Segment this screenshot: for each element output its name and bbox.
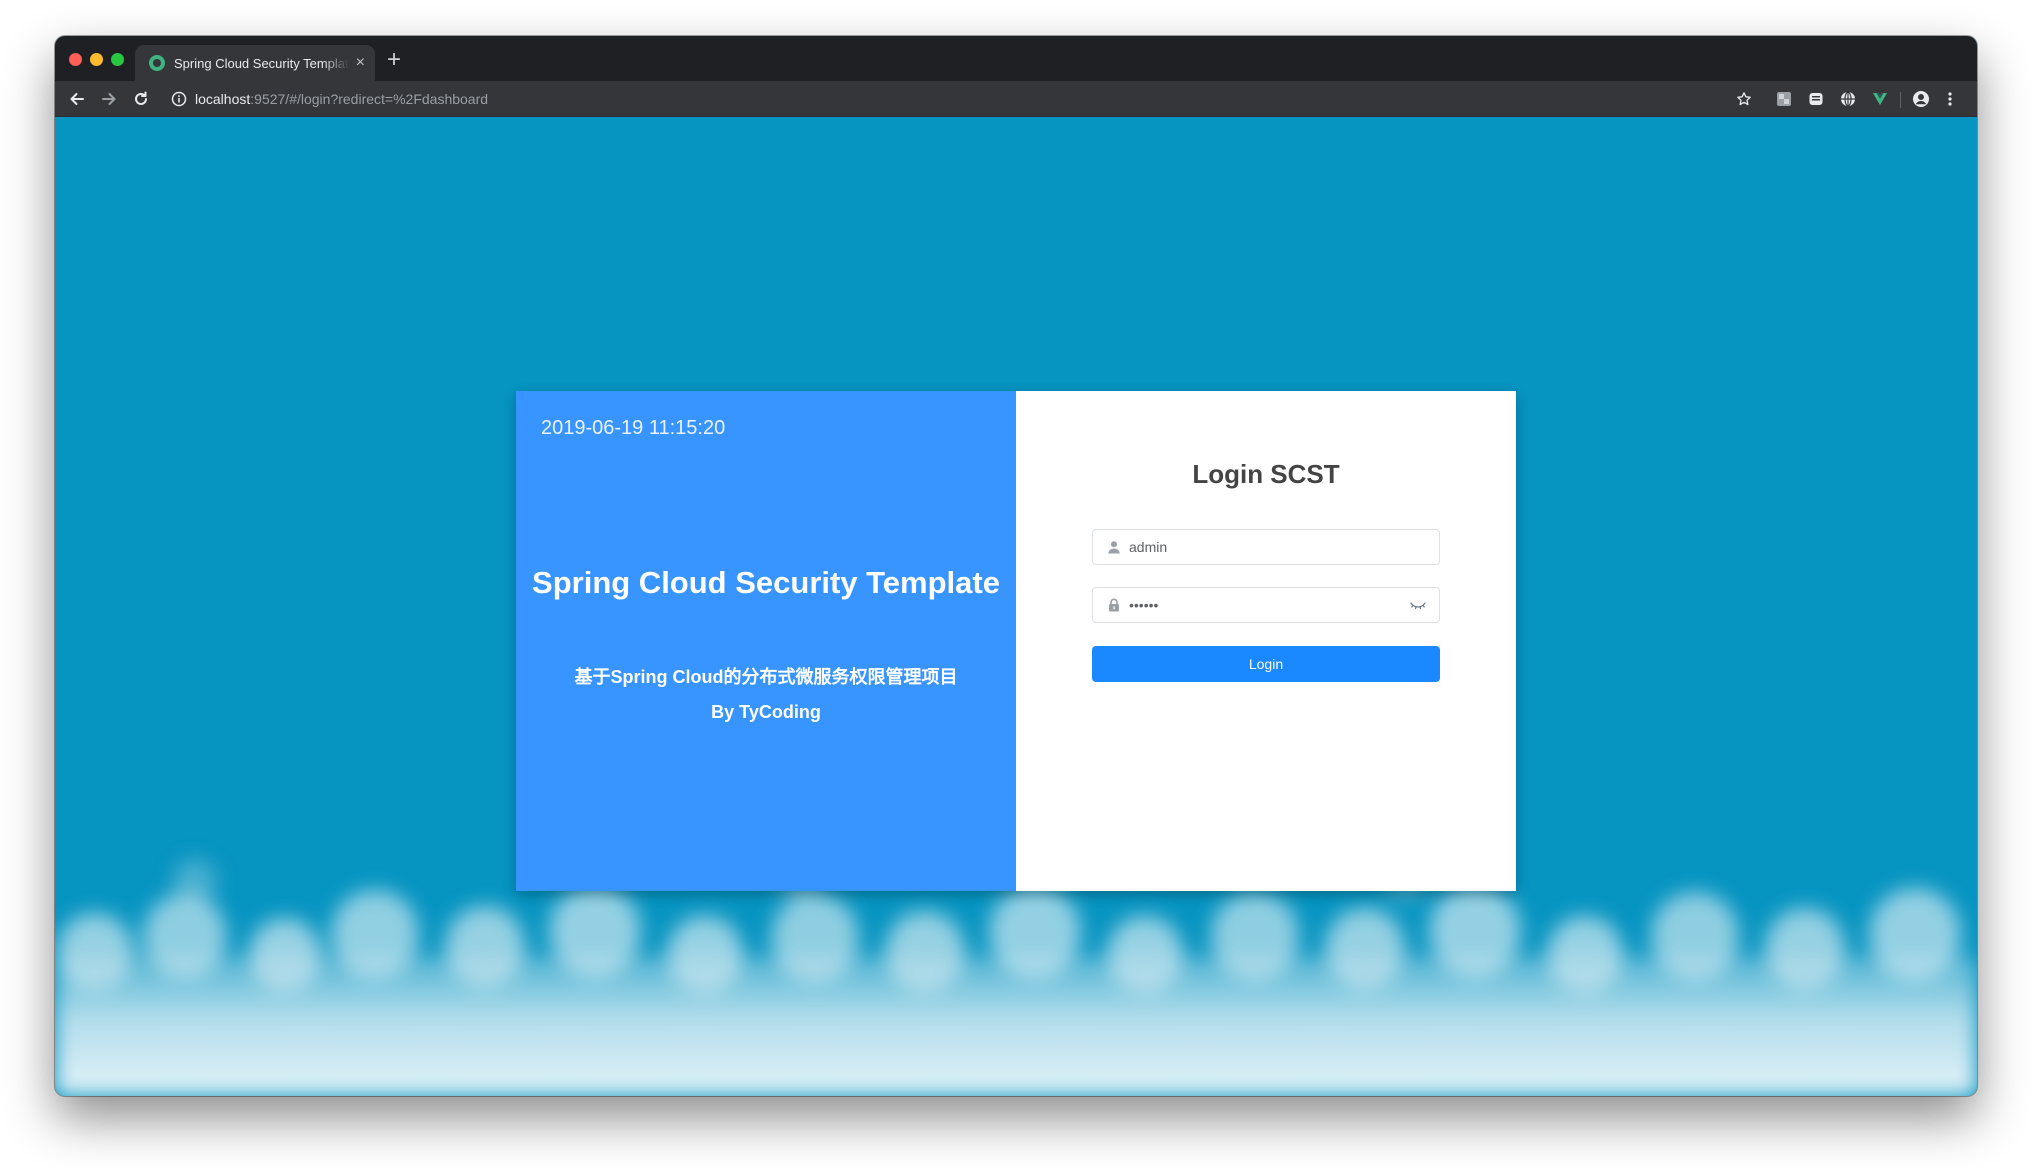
star-icon[interactable] — [1735, 90, 1753, 108]
page-viewport: 2019-06-19 11:15:20 Spring Cloud Securit… — [55, 118, 1977, 1096]
menu-icon[interactable] — [1941, 90, 1959, 108]
maximize-window-button[interactable] — [111, 53, 124, 66]
site-info-icon[interactable] — [171, 91, 187, 107]
project-subtitle: 基于Spring Cloud的分布式微服务权限管理项目 — [574, 667, 958, 687]
reload-icon[interactable] — [129, 87, 153, 111]
forward-icon[interactable] — [97, 87, 121, 111]
close-window-button[interactable] — [69, 53, 82, 66]
login-button[interactable]: Login — [1092, 646, 1440, 682]
eye-closed-icon[interactable] — [1409, 598, 1427, 612]
browser-titlebar: Spring Cloud Security Template × + — [55, 36, 1977, 81]
current-datetime: 2019-06-19 11:15:20 — [541, 417, 726, 439]
username-field[interactable] — [1092, 529, 1440, 565]
browser-toolbar: localhost:9527/#/login?redirect=%2Fdashb… — [55, 81, 1977, 117]
login-card: 2019-06-19 11:15:20 Spring Cloud Securit… — [516, 391, 1516, 891]
extension-icon-2[interactable] — [1807, 90, 1825, 108]
url-text[interactable]: localhost:9527/#/login?redirect=%2Fdashb… — [195, 91, 488, 107]
login-form-panel: Login SCST Login — [1016, 391, 1516, 891]
user-icon — [1107, 540, 1121, 554]
browser-window: Spring Cloud Security Template × + local… — [55, 36, 1977, 1096]
password-input[interactable] — [1129, 597, 1379, 613]
tab-favicon-icon — [149, 55, 165, 71]
address-bar[interactable]: localhost:9527/#/login?redirect=%2Fdashb… — [165, 85, 1785, 113]
extension-icon-3[interactable] — [1839, 90, 1857, 108]
tab-close-icon[interactable]: × — [356, 55, 365, 71]
login-info-panel: 2019-06-19 11:15:20 Spring Cloud Securit… — [516, 391, 1016, 891]
login-heading: Login SCST — [1192, 459, 1340, 489]
new-tab-button[interactable]: + — [387, 48, 401, 72]
password-field[interactable] — [1092, 587, 1440, 623]
project-author: By TyCoding — [711, 702, 821, 722]
url-path: :9527/#/login?redirect=%2Fdashboard — [250, 91, 489, 107]
url-host: localhost — [195, 91, 251, 107]
vue-devtools-icon[interactable] — [1871, 90, 1889, 108]
profile-icon[interactable] — [1912, 90, 1930, 108]
back-icon[interactable] — [65, 87, 89, 111]
toolbar-divider — [1900, 92, 1901, 108]
browser-tab[interactable]: Spring Cloud Security Template × — [135, 45, 375, 81]
username-input[interactable] — [1129, 539, 1379, 555]
extension-icon-1[interactable] — [1775, 90, 1793, 108]
project-title: Spring Cloud Security Template — [532, 565, 1000, 600]
tab-title: Spring Cloud Security Template — [174, 55, 349, 71]
minimize-window-button[interactable] — [90, 53, 103, 66]
lock-icon — [1107, 598, 1121, 612]
